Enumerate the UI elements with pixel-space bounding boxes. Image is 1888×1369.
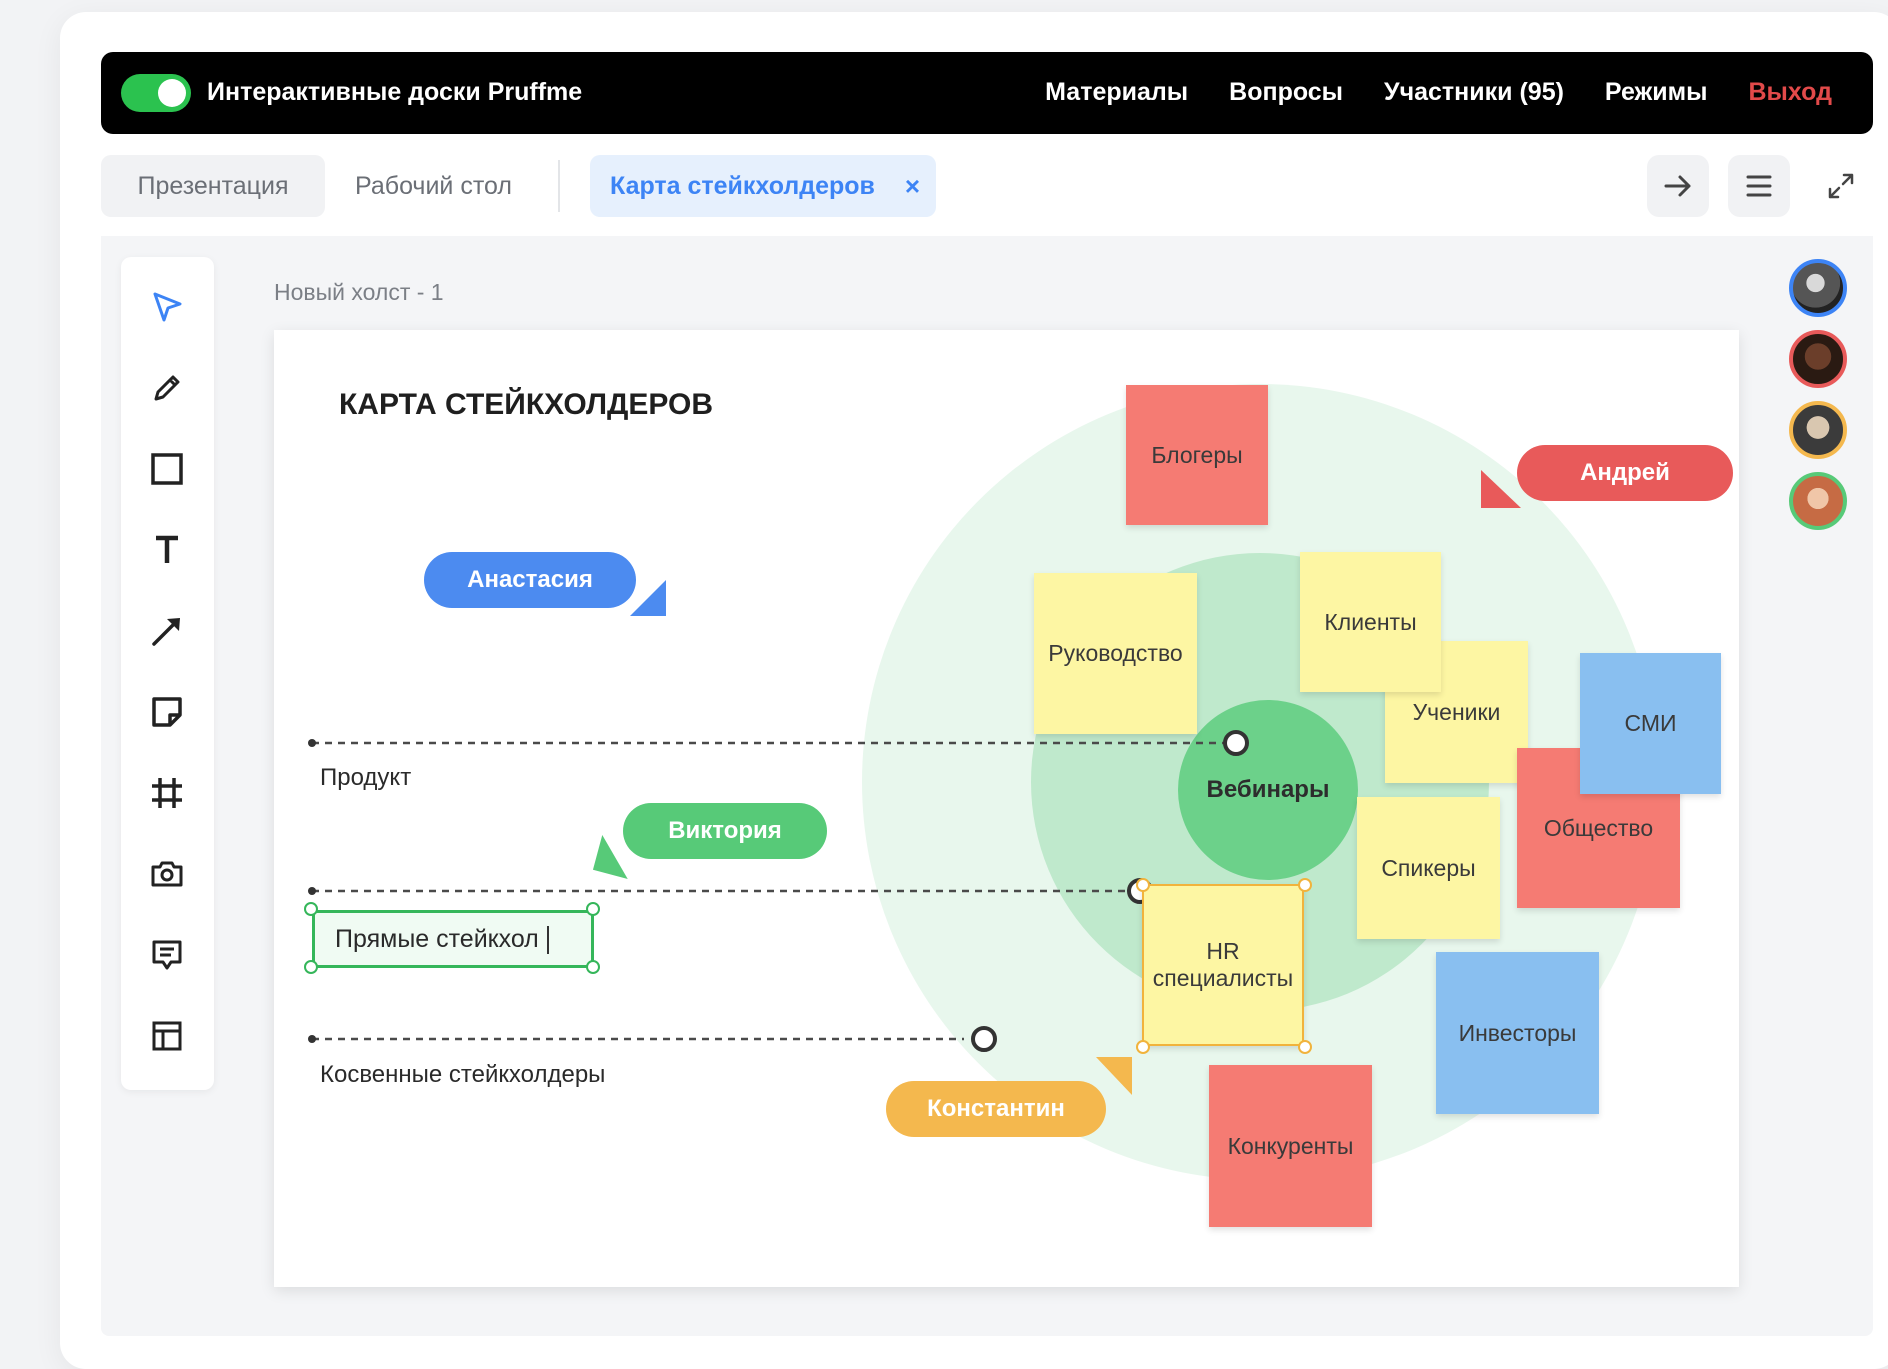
- tab-divider: [558, 160, 560, 212]
- nav-exit[interactable]: Выход: [1749, 78, 1833, 107]
- cursor-label-victoria: Виктория: [623, 803, 827, 859]
- sticky-clients[interactable]: Клиенты: [1300, 552, 1441, 692]
- sticky-bloggers[interactable]: Блогеры: [1126, 385, 1268, 525]
- cursor-pointer-icon: [1096, 1057, 1132, 1095]
- expand-icon: [1828, 173, 1854, 199]
- direct-stakeholders-textbox[interactable]: Прямые стейкхол: [312, 910, 594, 968]
- row-label-indirect: Косвенные стейкхолдеры: [320, 1061, 606, 1088]
- toggle-switch[interactable]: [121, 74, 191, 112]
- text-caret: [546, 926, 549, 955]
- textbox-text: Прямые стейкхол: [335, 925, 539, 953]
- resize-handle[interactable]: [304, 902, 318, 916]
- frame-icon: [152, 778, 182, 808]
- sticky-media[interactable]: СМИ: [1580, 653, 1721, 794]
- app-title: Интерактивные доски Pruffme: [207, 78, 583, 106]
- participant-avatar[interactable]: [1789, 330, 1847, 388]
- participant-avatar[interactable]: [1789, 259, 1847, 317]
- participant-avatar[interactable]: [1789, 472, 1847, 530]
- pencil-icon: [154, 375, 180, 401]
- cursor-label-anastasia: Анастасия: [424, 552, 636, 608]
- resize-handle[interactable]: [586, 960, 600, 974]
- camera-icon: [151, 861, 183, 887]
- sticky-hr[interactable]: HR специалисты: [1142, 884, 1304, 1046]
- sticky-hr-line1: HR: [1206, 938, 1240, 964]
- text-icon: [156, 535, 178, 563]
- cursor-pointer-icon: [1481, 470, 1521, 508]
- sticky-management[interactable]: Руководство: [1034, 573, 1197, 734]
- row-label-product: Продукт: [320, 764, 412, 791]
- arrow-right-icon: [1664, 175, 1691, 197]
- sticky-note-tool[interactable]: [143, 688, 191, 736]
- nav-materials[interactable]: Материалы: [1045, 78, 1188, 107]
- resize-handle[interactable]: [586, 902, 600, 916]
- frame-tool[interactable]: [143, 769, 191, 817]
- arrow-right-button[interactable]: [1647, 155, 1709, 217]
- sticky-note-icon: [152, 697, 182, 727]
- resize-handle[interactable]: [1136, 1040, 1150, 1054]
- resize-handle[interactable]: [1136, 878, 1150, 892]
- tab-label: Карта стейкхолдеров: [610, 172, 875, 200]
- sticky-competitors[interactable]: Конкуренты: [1209, 1065, 1372, 1227]
- pencil-tool[interactable]: [143, 364, 191, 412]
- close-icon[interactable]: ×: [905, 155, 920, 217]
- select-icon: [153, 292, 182, 322]
- tab-stakeholder-map[interactable]: Карта стейкхолдеров ×: [590, 155, 936, 217]
- rectangle-tool[interactable]: [143, 445, 191, 493]
- sticky-hr-line2: специалисты: [1152, 965, 1294, 991]
- arrow-icon: [152, 618, 180, 646]
- comment-tool[interactable]: [143, 931, 191, 979]
- camera-tool[interactable]: [143, 850, 191, 898]
- top-bar: Интерактивные доски Pruffme Материалы Во…: [101, 52, 1873, 134]
- tab-desktop[interactable]: Рабочий стол: [355, 155, 512, 217]
- toggle-knob: [158, 79, 186, 107]
- top-nav: Материалы Вопросы Участники (95) Режимы …: [1045, 78, 1832, 107]
- expand-button[interactable]: [1810, 155, 1872, 217]
- whiteboard[interactable]: КАРТА СТЕЙКХОЛДЕРОВ Вебинары Продукт Кос…: [274, 330, 1739, 1287]
- template-tool[interactable]: [143, 1012, 191, 1060]
- select-tool[interactable]: [143, 283, 191, 331]
- sticky-investors[interactable]: Инвесторы: [1436, 952, 1599, 1114]
- comment-icon: [152, 940, 182, 970]
- menu-icon: [1746, 175, 1772, 197]
- resize-handle[interactable]: [1298, 1040, 1312, 1054]
- resize-handle[interactable]: [1298, 878, 1312, 892]
- template-icon: [152, 1021, 182, 1051]
- arrow-tool[interactable]: [143, 607, 191, 655]
- sticky-speakers[interactable]: Спикеры: [1357, 797, 1500, 939]
- resize-handle[interactable]: [304, 960, 318, 974]
- participant-avatar[interactable]: [1789, 401, 1847, 459]
- nav-participants[interactable]: Участники (95): [1384, 78, 1564, 107]
- tool-palette: [121, 257, 214, 1090]
- nav-modes[interactable]: Режимы: [1605, 78, 1708, 107]
- cursor-pointer-icon: [630, 580, 666, 616]
- nav-questions[interactable]: Вопросы: [1229, 78, 1343, 107]
- menu-button[interactable]: [1728, 155, 1790, 217]
- cursor-label-andrey: Андрей: [1517, 445, 1733, 501]
- rectangle-icon: [151, 453, 183, 485]
- cursor-label-konstantin: Константин: [886, 1081, 1106, 1137]
- tab-presentation[interactable]: Презентация: [101, 155, 325, 217]
- canvas-name: Новый холст - 1: [274, 279, 444, 305]
- text-tool[interactable]: [143, 526, 191, 574]
